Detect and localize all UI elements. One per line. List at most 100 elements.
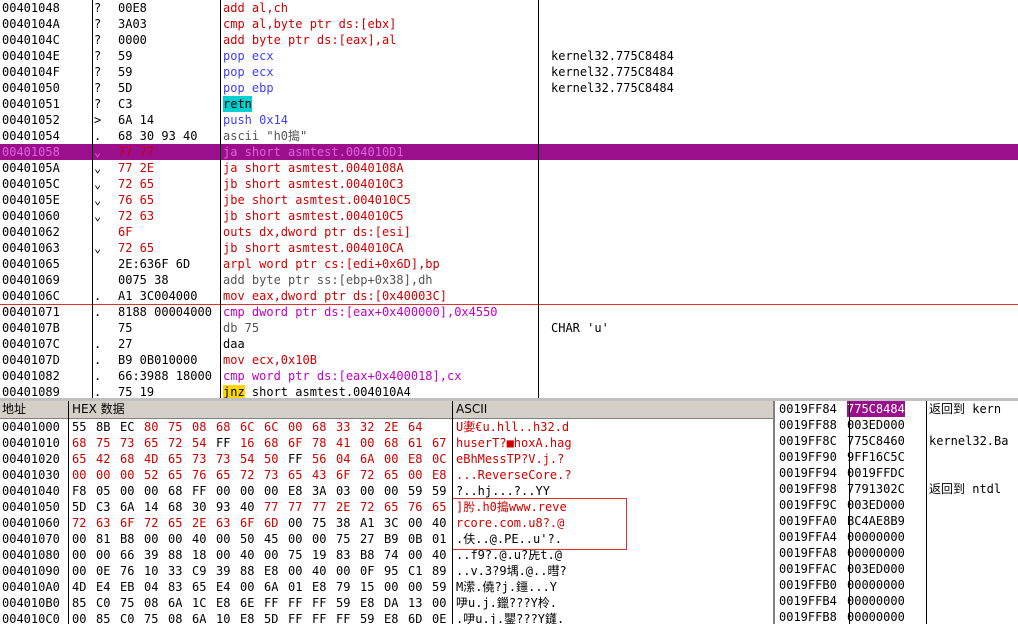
stack-row[interactable]: 0019FFB0 00000000	[775, 577, 1018, 593]
dump-byte[interactable]: 00	[144, 531, 158, 547]
dump-ascii[interactable]: 吚u.j.鑞???Y柃.	[456, 595, 557, 611]
dump-byte[interactable]: 83	[336, 547, 350, 563]
dump-byte[interactable]: 40	[192, 531, 206, 547]
dump-byte[interactable]: 65	[384, 499, 398, 515]
dump-byte[interactable]: 04	[144, 579, 158, 595]
dump-byte[interactable]: 41	[336, 435, 350, 451]
dump-byte[interactable]: 54	[192, 435, 206, 451]
dump-byte[interactable]: 77	[264, 499, 278, 515]
dump-byte[interactable]: 30	[192, 499, 206, 515]
dump-byte[interactable]: 75	[312, 515, 326, 531]
dump-byte[interactable]: 6D	[264, 515, 278, 531]
dump-byte[interactable]: 72	[240, 467, 254, 483]
dump-byte[interactable]: 61	[408, 435, 422, 451]
dump-byte[interactable]: 68	[72, 435, 86, 451]
dump-row[interactable]: 00401040 F8 05 00 00 68 FF 00 00 00 E8 3A 03 00 00 59 59…	[0, 483, 773, 499]
dump-byte[interactable]: 68	[168, 499, 182, 515]
dump-row[interactable]: 004010A0 4D E4 EB 04 83 65 E4 00 6A 01 E8 79 15 00 00 59…	[0, 579, 773, 595]
disasm-row[interactable]: 00401089. 75 19 jnz short asmtest.004010A4	[0, 384, 1018, 398]
dump-byte[interactable]: FF	[288, 451, 302, 467]
dump-byte[interactable]: 68	[168, 483, 182, 499]
dump-byte[interactable]: 76	[120, 563, 134, 579]
dump-byte[interactable]: C9	[192, 563, 206, 579]
dump-byte[interactable]: B9	[384, 531, 398, 547]
dump-byte[interactable]: 15	[360, 579, 374, 595]
dump-byte[interactable]: 00	[120, 483, 134, 499]
stack-row[interactable]: 0019FF84 775C8484 返回到 kern	[775, 401, 1018, 417]
dump-byte[interactable]: 77	[288, 499, 302, 515]
dump-byte[interactable]: 72	[144, 515, 158, 531]
disasm-row[interactable]: 0040104A? 3A03 cmp al,byte ptr ds:[ebx]	[0, 16, 1018, 32]
dump-byte[interactable]: 3A	[312, 483, 326, 499]
dump-byte[interactable]: 00	[216, 483, 230, 499]
dump-byte[interactable]: 08	[192, 419, 206, 435]
dump-byte[interactable]: 08	[168, 611, 182, 624]
dump-byte[interactable]: 59	[432, 483, 446, 499]
dump-byte[interactable]: FF	[336, 611, 350, 624]
dump-byte[interactable]: 73	[216, 451, 230, 467]
dump-byte[interactable]: 00	[216, 531, 230, 547]
stack-row[interactable]: 0019FF88 003ED000	[775, 417, 1018, 433]
dump-byte[interactable]: E4	[96, 579, 110, 595]
dump-byte[interactable]: C3	[96, 499, 110, 515]
dump-byte[interactable]: 33	[168, 563, 182, 579]
dump-byte[interactable]: 39	[216, 563, 230, 579]
dump-byte[interactable]: E8	[360, 595, 374, 611]
dump-byte[interactable]: 08	[144, 595, 158, 611]
dump-byte[interactable]: 73	[120, 435, 134, 451]
dump-ascii[interactable]: eBhMessTP?V.j.?	[456, 451, 564, 467]
dump-byte[interactable]: 78	[312, 435, 326, 451]
stack-row[interactable]: 0019FF8C 775C8460 kernel32.Ba	[775, 433, 1018, 449]
dump-byte[interactable]: FF	[288, 595, 302, 611]
dump-header-hex[interactable]: HEX 数据	[72, 401, 125, 418]
dump-byte[interactable]: 18	[192, 547, 206, 563]
dump-byte[interactable]: 00	[360, 435, 374, 451]
dump-byte[interactable]: 00	[72, 531, 86, 547]
dump-byte[interactable]: 2E	[384, 419, 398, 435]
dump-byte[interactable]: 45	[264, 531, 278, 547]
dump-byte[interactable]: 40	[432, 515, 446, 531]
dump-byte[interactable]: 5D	[72, 499, 86, 515]
dump-byte[interactable]: 00	[216, 547, 230, 563]
dump-row[interactable]: 004010C0 00 85 C0 75 08 6A 10 E8 5D FF FF FF 59 E8 6D 0E…	[0, 611, 773, 624]
dump-byte[interactable]: 43	[312, 467, 326, 483]
dump-byte[interactable]: 27	[360, 531, 374, 547]
dump-byte[interactable]: 73	[192, 451, 206, 467]
dump-byte[interactable]: 6F	[288, 435, 302, 451]
disassembly-pane[interactable]: 00401048? 00E8 add al,ch 0040104A? 3A03 cmp a…	[0, 0, 1018, 398]
dump-byte[interactable]: 52	[144, 467, 158, 483]
dump-byte[interactable]: 38	[336, 515, 350, 531]
dump-byte[interactable]: 75	[120, 595, 134, 611]
dump-byte[interactable]: 00	[72, 611, 86, 624]
dump-byte[interactable]: 65	[144, 435, 158, 451]
dump-ascii[interactable]: ..v.3?9堣.@..暳?	[456, 563, 567, 579]
dump-byte[interactable]: 00	[72, 547, 86, 563]
dump-byte[interactable]: 5D	[264, 611, 278, 624]
dump-byte[interactable]: 77	[312, 499, 326, 515]
disasm-row[interactable]: 00401065 2E:636F 6D arpl word ptr cs:[edi+…	[0, 256, 1018, 272]
dump-byte[interactable]: 00	[264, 483, 278, 499]
disasm-row[interactable]: 00401071. 8188 00004000 cmp dword ptr ds:[…	[0, 304, 1018, 320]
dump-byte[interactable]: 0C	[432, 451, 446, 467]
dump-byte[interactable]: 6F	[120, 515, 134, 531]
dump-ascii[interactable]: M潆.僥?j.鑩...Y	[456, 579, 557, 595]
dump-byte[interactable]: FF	[312, 611, 326, 624]
stack-pane[interactable]: 0019FF84 775C8484 返回到 kern 0019FF88 003ED000…	[775, 401, 1018, 624]
dump-byte[interactable]: 6C	[264, 419, 278, 435]
dump-byte[interactable]: 32	[360, 419, 374, 435]
dump-byte[interactable]: 00	[288, 515, 302, 531]
dump-byte[interactable]: 75	[144, 611, 158, 624]
disasm-row[interactable]: 0040104F? 59 pop ecx kernel32.775C8484	[0, 64, 1018, 80]
dump-byte[interactable]: 00	[168, 531, 182, 547]
dump-byte[interactable]: 05	[96, 483, 110, 499]
dump-byte[interactable]: 6F	[336, 467, 350, 483]
dump-byte[interactable]: 6C	[240, 419, 254, 435]
dump-byte[interactable]: 65	[168, 451, 182, 467]
dump-byte[interactable]: 68	[216, 419, 230, 435]
dump-byte[interactable]: 10	[216, 611, 230, 624]
dump-byte[interactable]: DA	[384, 595, 398, 611]
dump-byte[interactable]: 00	[408, 467, 422, 483]
dump-header-ascii[interactable]: ASCII	[456, 401, 487, 418]
dump-byte[interactable]: 00	[360, 483, 374, 499]
dump-byte[interactable]: 01	[288, 579, 302, 595]
